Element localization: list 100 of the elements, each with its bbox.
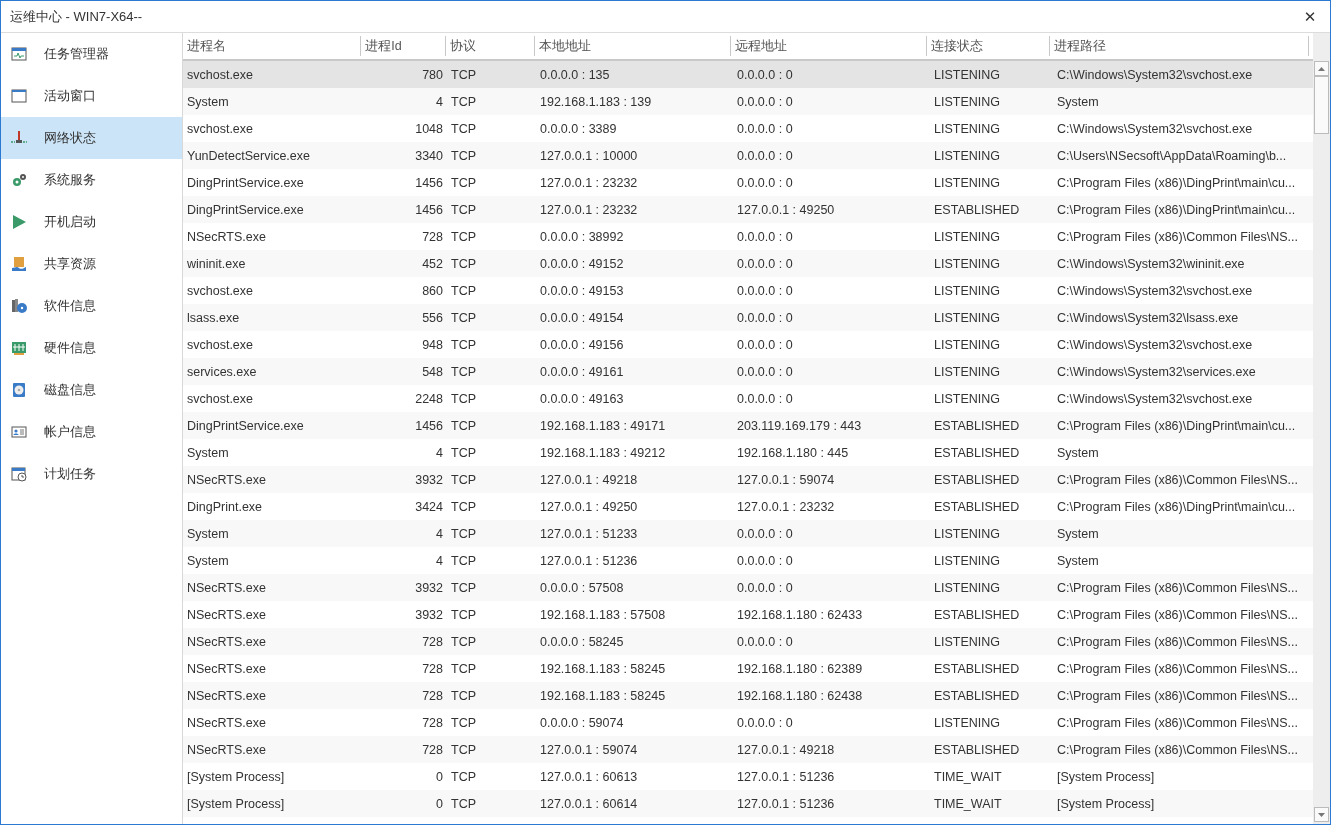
table-row[interactable]: DingPrintService.exe 1456 TCP 192.168.1.183 : 49171 203.119.169.179 : 443 ESTABLISHED C:\Program Files (x86)\DingPrint\main\cu... xyxy=(183,412,1313,439)
table-cell: TCP xyxy=(451,472,476,487)
table-cell: 0.0.0.0 : 0 xyxy=(737,364,793,379)
table-cell: 0.0.0.0 : 0 xyxy=(737,175,793,190)
column-header[interactable]: 远程地址 xyxy=(731,36,928,56)
table-cell: 127.0.0.1 : 51236 xyxy=(737,796,835,811)
table-cell: 0.0.0.0 : 135 xyxy=(540,67,610,82)
table-cell: C:\Program Files (x86)\Common Files\NS... xyxy=(1057,742,1299,757)
table-row[interactable]: NSecRTS.exe 728 TCP 127.0.0.1 : 59074 127.0.0.1 : 49218 ESTABLISHED C:\Program Files (x86)\Common Files\NS... xyxy=(183,736,1313,763)
sidebar-item[interactable]: 活动窗口 xyxy=(1,75,182,117)
sidebar-item[interactable]: 网络状态 xyxy=(1,117,182,159)
table-row[interactable]: NSecRTS.exe 3932 TCP 0.0.0.0 : 57508 0.0.0.0 : 0 LISTENING C:\Program Files (x86)\Common Files\NS... xyxy=(183,574,1313,601)
table-row[interactable]: System 4 TCP 127.0.0.1 : 51233 0.0.0.0 : 0 LISTENING System xyxy=(183,520,1313,547)
table-cell: 728 xyxy=(422,634,443,649)
table-cell: TCP xyxy=(451,67,476,82)
scroll-up-button[interactable] xyxy=(1314,61,1329,76)
table-row[interactable]: NSecRTS.exe 728 TCP 0.0.0.0 : 58245 0.0.0.0 : 0 LISTENING C:\Program Files (x86)\Common Files\NS... xyxy=(183,628,1313,655)
table-cell: 192.168.1.183 : 139 xyxy=(540,94,652,109)
sidebar-item[interactable]: 软件信息 xyxy=(1,285,182,327)
column-header[interactable]: 本地地址 xyxy=(534,36,732,56)
table-cell: LISTENING xyxy=(934,310,1000,325)
table-row[interactable]: YunDetectService.exe 3340 TCP 127.0.0.1 : 10000 0.0.0.0 : 0 LISTENING C:\Users\NSecsoft\AppData\Roaming\b... xyxy=(183,142,1313,169)
table-cell: 0.0.0.0 : 49161 xyxy=(540,364,624,379)
table-cell: System xyxy=(187,94,229,109)
table-cell: svchost.exe xyxy=(187,337,253,352)
table-cell: 728 xyxy=(422,688,443,703)
sidebar-item[interactable]: 共享资源 xyxy=(1,243,182,285)
table-cell: ESTABLISHED xyxy=(934,688,1020,703)
table-cell: 203.119.169.179 : 443 xyxy=(737,418,862,433)
table-cell: 127.0.0.1 : 49218 xyxy=(737,742,835,757)
table-cell: TIME_WAIT xyxy=(934,769,1002,784)
table-cell: C:\Program Files (x86)\Common Files\NS... xyxy=(1057,580,1299,595)
table-row[interactable]: System 4 TCP 192.168.1.183 : 139 0.0.0.0 : 0 LISTENING System xyxy=(183,88,1313,115)
table-cell: 192.168.1.180 : 445 xyxy=(737,445,849,460)
table-cell: LISTENING xyxy=(934,229,1000,244)
table-row[interactable]: wininit.exe 452 TCP 0.0.0.0 : 49152 0.0.0.0 : 0 LISTENING C:\Windows\System32\wininit.exe xyxy=(183,250,1313,277)
sidebar-item[interactable]: 帐户信息 xyxy=(1,411,182,453)
table-cell: 0.0.0.0 : 0 xyxy=(737,391,793,406)
table-cell: LISTENING xyxy=(934,634,1000,649)
table-cell: TIME_WAIT xyxy=(934,796,1002,811)
table-cell: C:\Windows\System32\svchost.exe xyxy=(1057,121,1253,136)
sidebar-item[interactable]: 开机启动 xyxy=(1,201,182,243)
table-cell: 192.168.1.180 : 62433 xyxy=(737,607,863,622)
table-cell: TCP xyxy=(451,364,476,379)
caret-up-icon xyxy=(1318,66,1325,71)
column-header[interactable]: 进程路径 xyxy=(1049,36,1309,56)
table-cell: 728 xyxy=(422,229,443,244)
table-cell: TCP xyxy=(451,553,476,568)
table-cell: NSecRTS.exe xyxy=(187,688,266,703)
table-cell: 728 xyxy=(422,742,443,757)
scrollbar[interactable] xyxy=(1313,33,1330,824)
table-cell: ESTABLISHED xyxy=(934,202,1020,217)
package-icon xyxy=(11,256,27,272)
table-cell: 0 xyxy=(436,796,443,811)
calendar-clock-icon xyxy=(11,466,27,482)
scrollbar-thumb[interactable] xyxy=(1314,76,1329,134)
column-header[interactable]: 进程Id xyxy=(361,36,447,56)
table-cell: 127.0.0.1 : 49218 xyxy=(540,472,638,487)
disc-icon xyxy=(11,298,27,314)
table-cell: 127.0.0.1 : 59074 xyxy=(540,742,638,757)
table-cell: 1456 xyxy=(415,175,443,190)
table-row[interactable]: DingPrintService.exe 1456 TCP 127.0.0.1 : 23232 127.0.0.1 : 49250 ESTABLISHED C:\Program Files (x86)\DingPrint\main\cu... xyxy=(183,196,1313,223)
sidebar-item[interactable]: 磁盘信息 xyxy=(1,369,182,411)
column-header[interactable]: 连接状态 xyxy=(927,36,1050,56)
table-row[interactable]: [System Process] 0 TCP 127.0.0.1 : 60614 127.0.0.1 : 51236 TIME_WAIT [System Process] xyxy=(183,790,1313,817)
sidebar-item[interactable]: 硬件信息 xyxy=(1,327,182,369)
table-cell: LISTENING xyxy=(934,553,1000,568)
table-row[interactable]: services.exe 548 TCP 0.0.0.0 : 49161 0.0.0.0 : 0 LISTENING C:\Windows\System32\services.exe xyxy=(183,358,1313,385)
table-cell: ESTABLISHED xyxy=(934,742,1020,757)
table-cell: TCP xyxy=(451,526,476,541)
table-cell: 127.0.0.1 : 49250 xyxy=(737,202,835,217)
table-cell: C:\Program Files (x86)\Common Files\NS... xyxy=(1057,715,1299,730)
table-row[interactable]: lsass.exe 556 TCP 0.0.0.0 : 49154 0.0.0.0 : 0 LISTENING C:\Windows\System32\lsass.exe xyxy=(183,304,1313,331)
table-cell: 3424 xyxy=(415,499,443,514)
table-cell: TCP xyxy=(451,202,476,217)
scroll-down-button[interactable] xyxy=(1314,807,1329,822)
table-cell: 127.0.0.1 : 60614 xyxy=(540,796,638,811)
table-cell: svchost.exe xyxy=(187,391,253,406)
table-cell: NSecRTS.exe xyxy=(187,715,266,730)
sidebar-item[interactable]: 系统服务 xyxy=(1,159,182,201)
table-cell: 127.0.0.1 : 10000 xyxy=(540,148,638,163)
table-cell: C:\Windows\System32\svchost.exe xyxy=(1057,337,1253,352)
table-cell: 127.0.0.1 : 23232 xyxy=(737,499,835,514)
caret-down-icon xyxy=(1318,812,1325,817)
table-row[interactable]: svchost.exe 780 TCP 0.0.0.0 : 135 0.0.0.0 : 0 LISTENING C:\Windows\System32\svchost.exe xyxy=(183,61,1313,88)
table-cell: 127.0.0.1 : 60613 xyxy=(540,769,638,784)
table-row[interactable]: NSecRTS.exe 3932 TCP 127.0.0.1 : 49218 127.0.0.1 : 59074 ESTABLISHED C:\Program Files (x86)\Common Files\NS... xyxy=(183,466,1313,493)
sidebar-item[interactable]: 计划任务 xyxy=(1,453,182,495)
table-cell: System xyxy=(1057,94,1099,109)
sidebar-item[interactable]: 任务管理器 xyxy=(1,33,182,75)
column-header[interactable]: 协议 xyxy=(446,36,535,56)
table-row[interactable]: NSecRTS.exe 728 TCP 192.168.1.183 : 58245 192.168.1.180 : 62438 ESTABLISHED C:\Program Files (x86)\Common Files\NS... xyxy=(183,682,1313,709)
table-cell: 0 xyxy=(436,769,443,784)
column-header[interactable]: 进程名 xyxy=(183,36,362,56)
table-cell: 127.0.0.1 : 49250 xyxy=(540,499,638,514)
table-cell: C:\Windows\System32\lsass.exe xyxy=(1057,310,1239,325)
table-cell: C:\Program Files (x86)\Common Files\NS... xyxy=(1057,607,1299,622)
table-cell: TCP xyxy=(451,121,476,136)
table-cell: 0.0.0.0 : 0 xyxy=(737,94,793,109)
table-cell: 0.0.0.0 : 0 xyxy=(737,337,793,352)
